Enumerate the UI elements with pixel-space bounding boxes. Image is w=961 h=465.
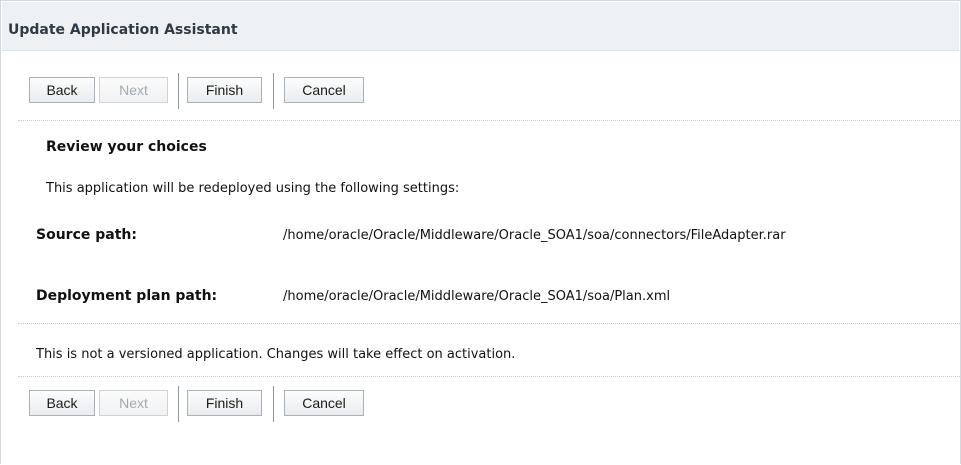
page-title: Update Application Assistant [8, 22, 238, 38]
next-button: Next [99, 77, 168, 103]
button-separator [178, 386, 180, 422]
deployment-plan-value: /home/oracle/Oracle/Middleware/Oracle_SO… [283, 289, 671, 304]
divider [18, 376, 960, 377]
divider [18, 120, 960, 121]
button-separator [273, 386, 275, 422]
divider [18, 323, 960, 324]
finish-button[interactable]: Finish [187, 390, 262, 416]
source-path-value: /home/oracle/Oracle/Middleware/Oracle_SO… [283, 228, 786, 243]
finish-button[interactable]: Finish [187, 77, 262, 103]
source-path-label: Source path: [36, 227, 137, 243]
bottom-button-bar: Back Next Finish Cancel [29, 386, 369, 422]
back-button[interactable]: Back [29, 390, 95, 416]
assistant-panel: Update Application Assistant Back Next F… [0, 0, 961, 464]
version-note: This is not a versioned application. Cha… [36, 347, 516, 362]
back-button[interactable]: Back [29, 77, 95, 103]
deployment-plan-label: Deployment plan path: [36, 288, 218, 304]
intro-text: This application will be redeployed usin… [46, 181, 460, 196]
title-bar: Update Application Assistant [2, 2, 959, 51]
cancel-button[interactable]: Cancel [284, 77, 364, 103]
section-heading: Review your choices [46, 139, 207, 155]
button-separator [273, 73, 275, 109]
top-button-bar: Back Next Finish Cancel [29, 73, 369, 109]
button-separator [178, 73, 180, 109]
next-button: Next [99, 390, 168, 416]
cancel-button[interactable]: Cancel [284, 390, 364, 416]
